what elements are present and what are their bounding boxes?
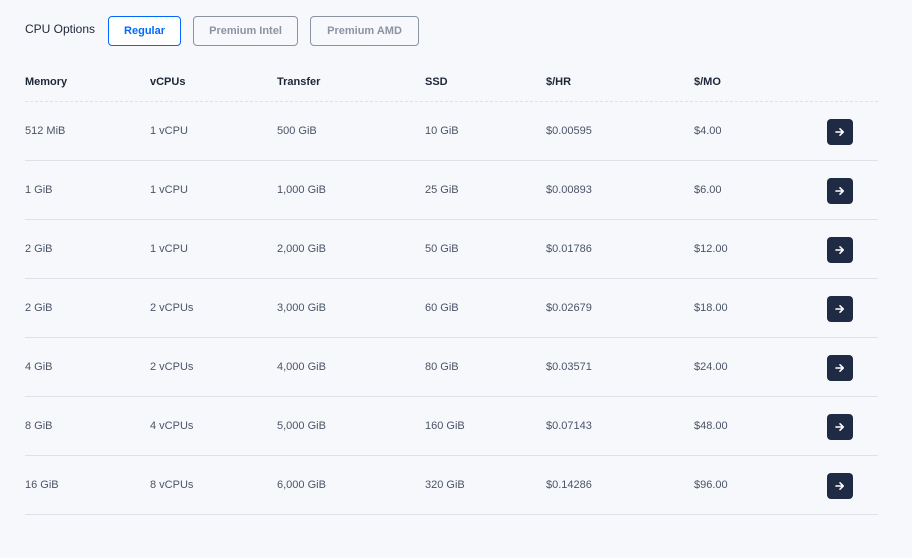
- cell-vcpus: 1 vCPU: [150, 243, 188, 255]
- cell-vcpus: 1 vCPU: [150, 125, 188, 137]
- table-row: 512 MiB 1 vCPU 500 GiB 10 GiB $0.00595 $…: [25, 102, 878, 161]
- cell-vcpus: 2 vCPUs: [150, 361, 194, 373]
- cell-transfer: 500 GiB: [277, 125, 317, 137]
- cell-memory: 2 GiB: [25, 243, 53, 255]
- cell-vcpus: 2 vCPUs: [150, 302, 194, 314]
- cell-price-hourly: $0.01786: [546, 243, 592, 255]
- header-memory: Memory: [25, 76, 68, 88]
- select-plan-button[interactable]: [827, 473, 853, 499]
- cpu-option-premium-amd-button[interactable]: Premium AMD: [310, 16, 420, 46]
- header-transfer: Transfer: [277, 76, 321, 88]
- select-plan-button[interactable]: [827, 296, 853, 322]
- table-header: Memory vCPUs Transfer SSD $/HR $/MO: [25, 64, 878, 102]
- select-plan-button[interactable]: [827, 414, 853, 440]
- cell-memory: 16 GiB: [25, 479, 59, 491]
- cell-memory: 8 GiB: [25, 420, 53, 432]
- select-plan-button[interactable]: [827, 355, 853, 381]
- cell-vcpus: 1 vCPU: [150, 184, 188, 196]
- cell-price-hourly: $0.14286: [546, 479, 592, 491]
- arrow-right-icon: [835, 187, 844, 195]
- cell-transfer: 1,000 GiB: [277, 184, 326, 196]
- arrow-right-icon: [835, 128, 844, 136]
- cell-ssd: 25 GiB: [425, 184, 459, 196]
- select-plan-button[interactable]: [827, 119, 853, 145]
- cell-ssd: 160 GiB: [425, 420, 465, 432]
- cell-transfer: 6,000 GiB: [277, 479, 326, 491]
- cell-price-monthly: $48.00: [694, 420, 728, 432]
- table-row: 16 GiB 8 vCPUs 6,000 GiB 320 GiB $0.1428…: [25, 456, 878, 515]
- arrow-right-icon: [835, 305, 844, 313]
- cell-price-monthly: $96.00: [694, 479, 728, 491]
- cell-price-monthly: $18.00: [694, 302, 728, 314]
- cell-price-monthly: $24.00: [694, 361, 728, 373]
- table-row: 2 GiB 2 vCPUs 3,000 GiB 60 GiB $0.02679 …: [25, 279, 878, 338]
- cell-price-monthly: $6.00: [694, 184, 722, 196]
- plans-table: Memory vCPUs Transfer SSD $/HR $/MO 512 …: [25, 64, 878, 515]
- cpu-options-selector: CPU Options Regular Premium Intel Premiu…: [25, 16, 431, 46]
- table-row: 2 GiB 1 vCPU 2,000 GiB 50 GiB $0.01786 $…: [25, 220, 878, 279]
- cell-vcpus: 8 vCPUs: [150, 479, 194, 491]
- cpu-option-premium-intel-button[interactable]: Premium Intel: [193, 16, 299, 46]
- cell-transfer: 4,000 GiB: [277, 361, 326, 373]
- cell-transfer: 2,000 GiB: [277, 243, 326, 255]
- cell-price-hourly: $0.00893: [546, 184, 592, 196]
- cell-memory: 4 GiB: [25, 361, 53, 373]
- header-price-hourly: $/HR: [546, 76, 572, 88]
- header-vcpus: vCPUs: [150, 76, 186, 88]
- table-row: 8 GiB 4 vCPUs 5,000 GiB 160 GiB $0.07143…: [25, 397, 878, 456]
- arrow-right-icon: [835, 423, 844, 431]
- header-price-monthly: $/MO: [694, 76, 721, 88]
- cell-memory: 1 GiB: [25, 184, 53, 196]
- select-plan-button[interactable]: [827, 237, 853, 263]
- cpu-option-regular-button[interactable]: Regular: [108, 16, 182, 46]
- arrow-right-icon: [835, 246, 844, 254]
- pricing-page: CPU Options Regular Premium Intel Premiu…: [0, 0, 912, 558]
- cell-transfer: 5,000 GiB: [277, 420, 326, 432]
- cell-ssd: 10 GiB: [425, 125, 459, 137]
- cell-memory: 2 GiB: [25, 302, 53, 314]
- cell-price-hourly: $0.03571: [546, 361, 592, 373]
- arrow-right-icon: [835, 482, 844, 490]
- cell-memory: 512 MiB: [25, 125, 66, 137]
- header-ssd: SSD: [425, 76, 448, 88]
- cell-price-monthly: $4.00: [694, 125, 722, 137]
- table-row: 1 GiB 1 vCPU 1,000 GiB 25 GiB $0.00893 $…: [25, 161, 878, 220]
- cell-ssd: 320 GiB: [425, 479, 465, 491]
- arrow-right-icon: [835, 364, 844, 372]
- select-plan-button[interactable]: [827, 178, 853, 204]
- cell-ssd: 80 GiB: [425, 361, 459, 373]
- cell-price-hourly: $0.00595: [546, 125, 592, 137]
- cell-ssd: 60 GiB: [425, 302, 459, 314]
- cell-vcpus: 4 vCPUs: [150, 420, 194, 432]
- cell-price-monthly: $12.00: [694, 243, 728, 255]
- cell-transfer: 3,000 GiB: [277, 302, 326, 314]
- cell-price-hourly: $0.07143: [546, 420, 592, 432]
- cell-ssd: 50 GiB: [425, 243, 459, 255]
- cpu-options-label: CPU Options: [25, 22, 96, 36]
- table-row: 4 GiB 2 vCPUs 4,000 GiB 80 GiB $0.03571 …: [25, 338, 878, 397]
- cell-price-hourly: $0.02679: [546, 302, 592, 314]
